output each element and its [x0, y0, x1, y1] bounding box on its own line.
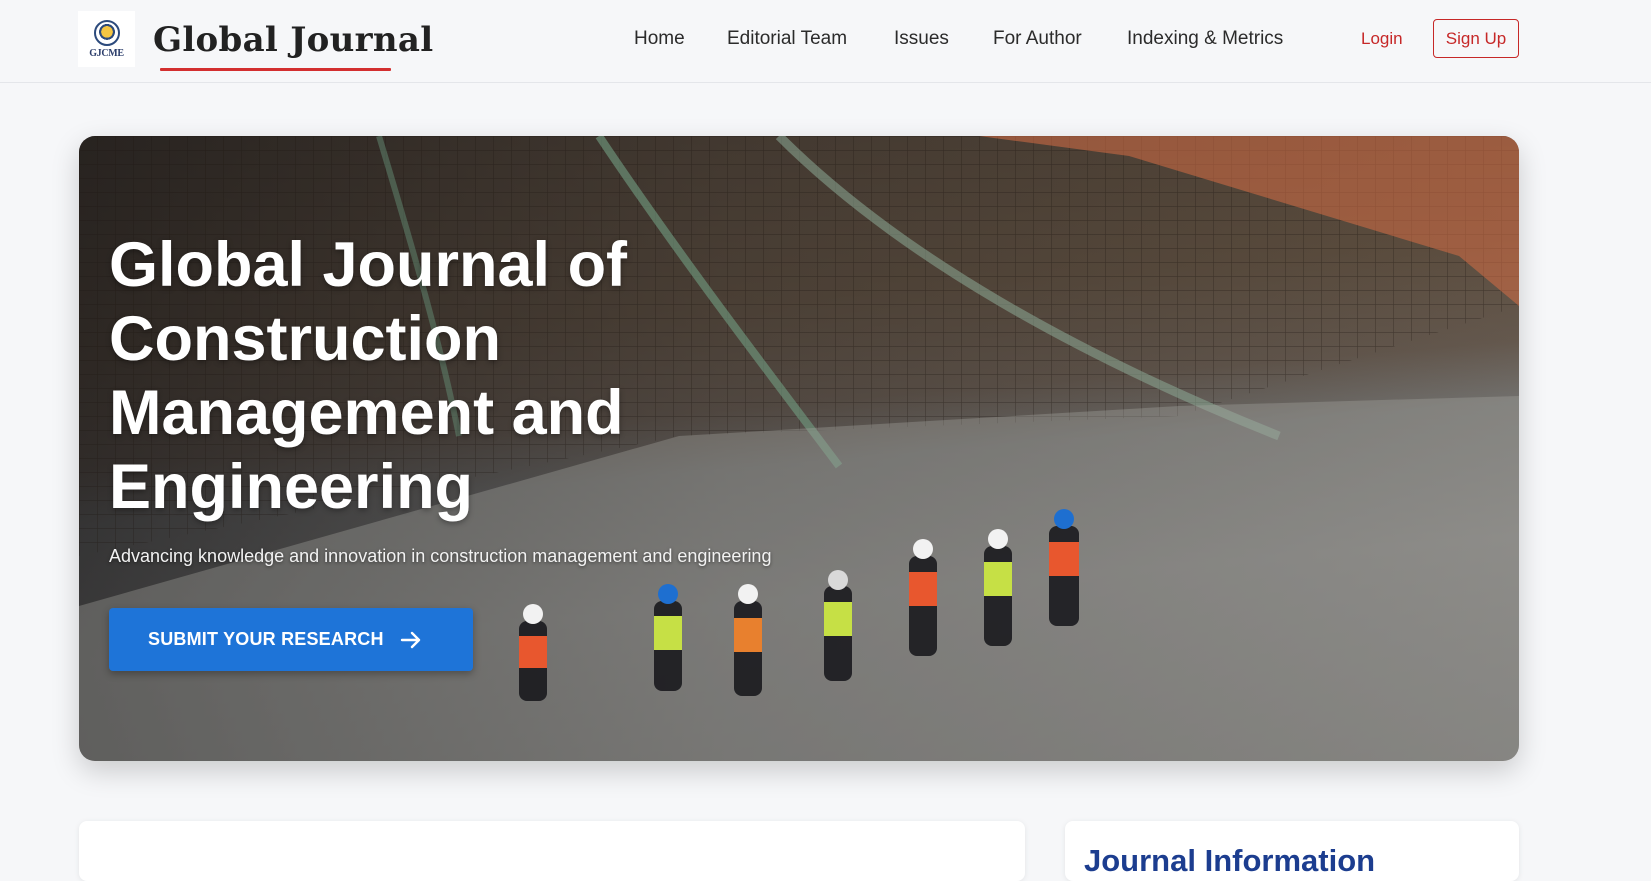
globe-emblem-icon	[93, 19, 120, 46]
nav-for-author[interactable]: For Author	[993, 27, 1082, 51]
journal-info-card: Journal Information	[1065, 821, 1519, 881]
login-link[interactable]: Login	[1361, 29, 1403, 49]
journal-logo[interactable]: GJCME	[78, 11, 135, 67]
nav-editorial-team[interactable]: Editorial Team	[727, 27, 847, 51]
nav-home[interactable]: Home	[634, 27, 685, 51]
arrow-right-icon	[400, 630, 422, 650]
hero-banner: Global Journal of Construction Managemen…	[79, 136, 1519, 761]
submit-research-button[interactable]: SUBMIT YOUR RESEARCH	[109, 608, 473, 671]
journal-info-title: Journal Information	[1084, 843, 1376, 878]
signup-button[interactable]: Sign Up	[1433, 19, 1519, 58]
cta-label: SUBMIT YOUR RESEARCH	[148, 629, 384, 649]
brand-underline	[160, 68, 391, 71]
hero-subtitle: Advancing knowledge and innovation in co…	[109, 546, 772, 566]
main-content-card	[79, 821, 1025, 881]
nav-indexing-metrics[interactable]: Indexing & Metrics	[1127, 27, 1283, 51]
brand-title[interactable]: Global Journal	[153, 20, 433, 60]
site-header: GJCME Global Journal Home Editorial Team…	[0, 0, 1651, 83]
nav-issues[interactable]: Issues	[894, 27, 949, 51]
hero-title: Global Journal of Construction Managemen…	[109, 230, 628, 522]
logo-abbreviation: GJCME	[89, 47, 124, 59]
